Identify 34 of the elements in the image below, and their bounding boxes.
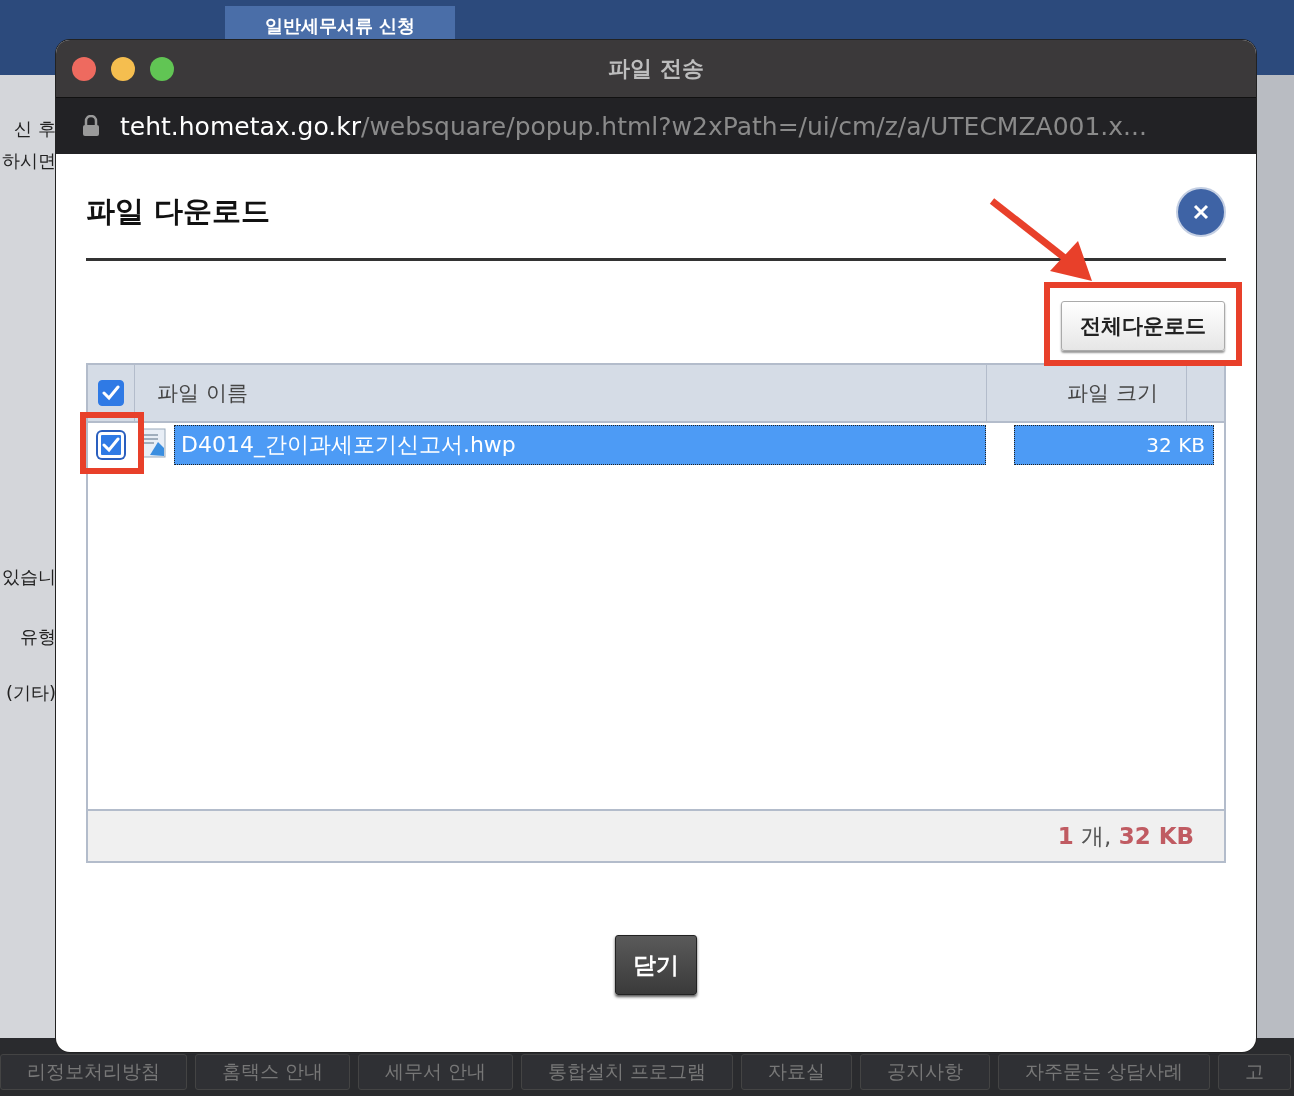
footer-link[interactable]: 리정보처리방침	[0, 1054, 187, 1090]
footer-link[interactable]: 고	[1218, 1054, 1292, 1090]
checkmark-icon	[102, 437, 120, 453]
background-text: 있습니	[1, 565, 56, 589]
footer-link[interactable]: 자료실	[741, 1054, 853, 1090]
file-name-cell[interactable]: D4014_간이과세포기신고서.hwp	[174, 425, 986, 465]
download-all-button[interactable]: 전체다운로드	[1061, 301, 1225, 351]
column-header[interactable]: 파일 크기	[986, 365, 1186, 421]
lock-icon	[82, 115, 100, 137]
checkmark-icon	[102, 385, 120, 401]
column-header[interactable]: 파일 이름	[134, 365, 986, 421]
close-window-icon[interactable]	[72, 56, 96, 81]
background-text: 하시면	[1, 149, 56, 173]
background-text: (기타)	[4, 681, 56, 705]
minimize-window-icon[interactable]	[111, 56, 135, 81]
footer-link[interactable]: 세무서 안내	[358, 1054, 514, 1090]
window-title: 파일 전송	[608, 54, 704, 83]
footer-link[interactable]: 공지사항	[860, 1054, 991, 1090]
close-icon	[1193, 204, 1209, 220]
row-checkbox[interactable]	[98, 432, 124, 458]
footer-link[interactable]: 통합설치 프로그램	[521, 1054, 734, 1090]
zoom-window-icon[interactable]	[150, 56, 174, 81]
background-text: 유형	[19, 625, 56, 649]
close-dialog-button[interactable]: 닫기	[615, 935, 697, 995]
summary-text: 1 개, 32 KB	[88, 809, 1224, 861]
highlight-frame	[80, 412, 144, 474]
select-all-checkbox[interactable]	[98, 380, 124, 406]
background-text: 신 후	[13, 117, 56, 141]
footer-link[interactable]: 자주묻는 상담사례	[998, 1054, 1211, 1090]
file-size-cell: 32 KB	[1014, 425, 1214, 465]
footer-link[interactable]: 홈택스 안내	[195, 1054, 351, 1090]
close-button[interactable]	[1176, 187, 1226, 237]
url-text: teht.hometax.go.kr/websquare/popup.html?w2xPath=/ui/cm/z/a/UTECMZA001.x...	[120, 111, 1147, 141]
dialog-title: 파일 다운로드	[86, 193, 271, 230]
